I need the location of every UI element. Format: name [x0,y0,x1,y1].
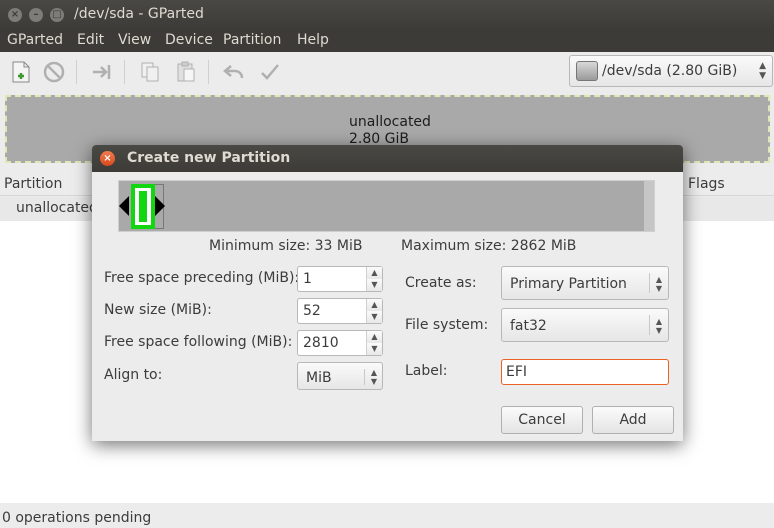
combo-separator [649,273,650,293]
free-following-input[interactable] [298,331,368,355]
stepper-down-icon[interactable]: ▼ [366,279,382,291]
menu-gparted[interactable]: GParted [7,32,63,48]
device-selector-label: /dev/sda (2.80 GiB) [602,63,738,79]
stepper-down-icon[interactable]: ▼ [366,343,382,355]
status-text: 0 operations pending [2,510,152,526]
window-title: /dev/sda - GParted [74,6,204,22]
free-preceding-input[interactable] [298,267,368,291]
copy-icon[interactable] [138,60,162,84]
new-partition-block[interactable] [131,184,155,229]
resize-handle-right-icon[interactable] [155,196,165,216]
label-input[interactable] [502,360,668,384]
menubar: GParted Edit View Device Partition Help [0,30,774,52]
new-size-stepper[interactable]: ▲ ▼ [297,298,383,324]
toolbar-separator [208,60,209,84]
new-size-label: New size (MiB): [104,302,212,318]
minimum-size-label: Minimum size: 33 MiB [209,238,363,254]
create-partition-dialog: × Create new Partition Minimum size: 33 … [92,145,683,441]
updown-arrow-icon: ▲ ▼ [759,61,766,81]
add-button[interactable]: Add [592,406,674,434]
file-system-combo[interactable]: fat32 ▲ ▼ [501,308,669,342]
new-icon[interactable] [9,60,33,84]
column-header-flags[interactable]: Flags [688,176,725,192]
align-to-combo[interactable]: MiB ▲ ▼ [297,362,383,390]
maximum-size-label: Maximum size: 2862 MiB [401,238,577,254]
free-following-label: Free space following (MiB): [104,334,293,350]
resize-handle-left-icon[interactable] [119,196,129,216]
disk-partition-name: unallocated [349,114,431,130]
align-to-label: Align to: [104,367,163,383]
stepper-up-icon[interactable]: ▲ [366,331,382,343]
window-minimize-icon[interactable]: – [29,8,43,22]
window-close-icon[interactable]: × [8,8,22,22]
label-field[interactable] [501,359,669,385]
new-size-input[interactable] [298,299,368,323]
window-maximize-icon[interactable]: □ [50,8,64,22]
paste-icon[interactable] [174,60,198,84]
updown-arrow-icon: ▲ ▼ [370,368,378,386]
updown-arrow-icon: ▲ ▼ [655,275,663,293]
dialog-titlebar: × Create new Partition [92,145,683,172]
file-system-value: fat32 [510,318,547,334]
create-as-label: Create as: [405,275,477,291]
dialog-close-icon[interactable]: × [100,151,115,166]
delete-icon[interactable] [42,60,66,84]
updown-arrow-icon: ▲ ▼ [655,317,663,335]
file-system-label: File system: [405,317,489,333]
partition-resizer[interactable] [118,180,655,232]
free-following-stepper[interactable]: ▲ ▼ [297,330,383,356]
new-partition-fill [139,191,147,222]
label-field-label: Label: [405,363,448,379]
create-as-value: Primary Partition [510,276,627,292]
stepper-down-icon[interactable]: ▼ [366,311,382,323]
combo-separator [364,369,365,385]
free-preceding-label: Free space preceding (MiB): [104,270,300,286]
menu-device[interactable]: Device [165,32,213,48]
toolbar-separator [76,60,77,84]
stepper-up-icon[interactable]: ▲ [366,299,382,311]
cancel-button[interactable]: Cancel [501,406,583,434]
menu-help[interactable]: Help [297,32,329,48]
device-selector[interactable]: /dev/sda (2.80 GiB) ▲ ▼ [569,55,773,87]
resize-move-icon[interactable] [90,60,114,84]
toolbar-separator [124,60,125,84]
apply-icon[interactable] [258,60,282,84]
align-to-value: MiB [306,370,332,386]
free-preceding-stepper[interactable]: ▲ ▼ [297,266,383,292]
table-cell-partition: unallocated [16,200,98,216]
resizer-right-edge [644,181,654,231]
stepper-up-icon[interactable]: ▲ [366,267,382,279]
statusbar: 0 operations pending [0,508,774,528]
menu-partition[interactable]: Partition [223,32,281,48]
dialog-title: Create new Partition [127,150,291,166]
window-titlebar: × – □ /dev/sda - GParted [0,0,774,30]
harddisk-icon [576,61,598,81]
undo-icon[interactable] [222,60,246,84]
menu-view[interactable]: View [118,32,151,48]
column-header-partition[interactable]: Partition [4,176,62,192]
combo-separator [649,315,650,335]
create-as-combo[interactable]: Primary Partition ▲ ▼ [501,266,669,300]
menu-edit[interactable]: Edit [77,32,104,48]
